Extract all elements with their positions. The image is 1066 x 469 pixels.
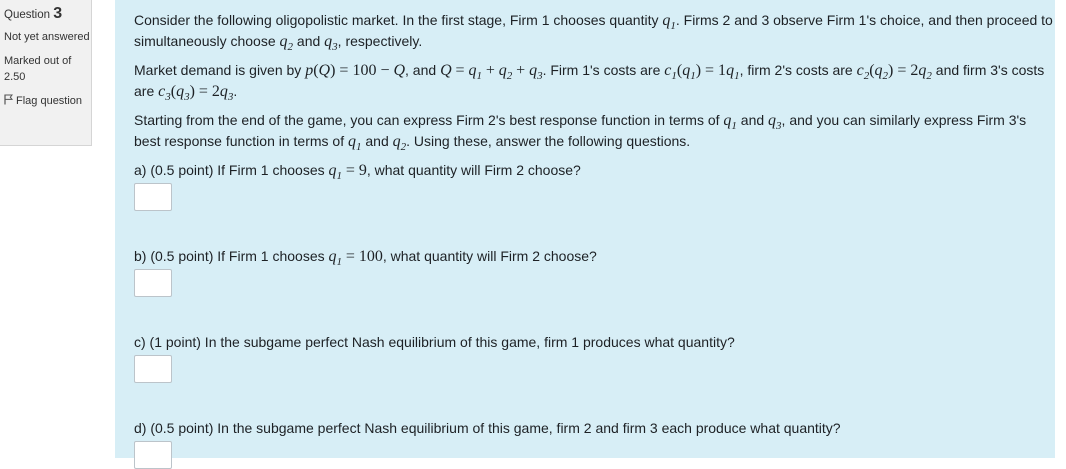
question-state: Not yet answered [4,31,90,43]
answer-a-input[interactable] [134,183,172,211]
question-text-area: Consider the following oligopolistic mar… [115,0,1055,469]
question-b: b) (0.5 point) If Firm 1 chooses q1 = 10… [134,248,597,269]
intro-paragraph: Consider the following oligopolistic mar… [134,12,1053,54]
answer-c-input[interactable] [134,355,172,383]
answer-b-input[interactable] [134,269,172,297]
flag-question-toggle[interactable]: Flag question [4,93,91,109]
question-a: a) (0.5 point) If Firm 1 chooses q1 = 9,… [134,162,581,183]
question-grade: Marked out of 2.50 [4,55,72,83]
question-number: Question 3 [4,5,63,22]
flag-icon [4,94,14,105]
question-d: d) (0.5 point) In the subgame perfect Na… [134,420,841,436]
market-paragraph: Market demand is given by p(Q) = 100 − Q… [134,62,1045,104]
question-c: c) (1 point) In the subgame perfect Nash… [134,334,735,350]
best-response-paragraph: Starting from the end of the game, you c… [134,112,1027,154]
question-info-panel: Question 3 Not yet answered Marked out o… [0,0,92,146]
